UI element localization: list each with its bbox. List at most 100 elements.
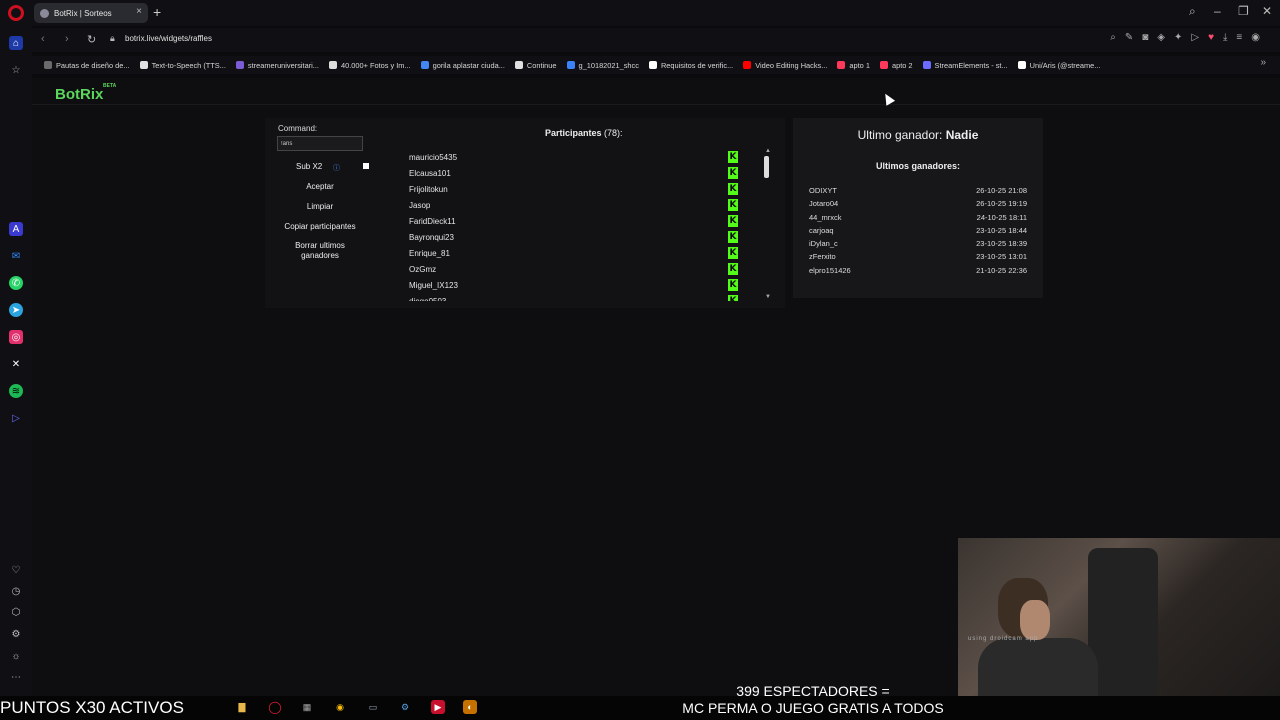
last-winner-name: Nadie [945,128,979,142]
window-taskbar-icon[interactable]: ▭ [366,700,380,714]
x-icon[interactable]: ✕ [9,357,23,371]
bookmark-item[interactable]: Uni/Aris (@streame... [1017,61,1100,70]
sub-x2-checkbox[interactable] [363,163,369,169]
extensions-cube-icon[interactable]: ⬡ [9,605,23,619]
bookmark-item[interactable]: Text-to-Speech (TTS... [139,61,226,70]
browser-tab[interactable]: BotRix | Sorteos × [34,3,148,23]
participant-row[interactable]: diego0503 K [400,293,750,301]
home-icon[interactable]: ⌂ [9,36,23,50]
bookmark-icon[interactable]: ☆ [9,63,23,77]
spotify-icon[interactable]: ≋ [9,384,23,398]
messenger-icon[interactable]: ✉ [9,249,23,263]
search-icon[interactable]: ⌕ [1110,32,1116,43]
botrix-logo[interactable]: BotRix [55,86,103,103]
whatsapp-icon[interactable]: ✆ [9,276,23,290]
participant-row[interactable]: Miguel_IX123 K [400,277,750,293]
participant-name: Miguel_IX123 [409,280,458,290]
copy-participants-button[interactable]: Copiar participantes [277,222,363,232]
participant-row[interactable]: Enrique_81 K [400,245,750,261]
player-icon[interactable]: ▷ [1191,32,1199,43]
bookmark-item[interactable]: 40.000+ Fotos y Im... [328,61,411,70]
chrome-icon[interactable]: ◉ [333,700,347,714]
participant-row[interactable]: mauricio5435 K [400,149,750,165]
bookmark-item[interactable]: StreamElements - st... [922,61,1008,70]
obs-icon[interactable]: ◐ [463,700,477,714]
lock-icon[interactable]: 🔒︎ [110,33,115,44]
participant-row[interactable]: Bayronqui23 K [400,229,750,245]
winner-date: 24-10-25 18:11 [976,212,1027,222]
command-label: Command: [278,124,318,133]
scrollbar-thumb[interactable] [764,156,769,178]
winner-name: carjoaq [809,225,834,235]
clear-button[interactable]: Limpiar [277,202,363,212]
winner-row: carjoaq 23-10-25 18:44 [809,226,1027,239]
overlay-line-2: MC PERMA O JUEGO GRATIS A TODOS [682,700,944,716]
participant-row[interactable]: OzGmz K [400,261,750,277]
stream-overlay-text: 399 ESPECTADORES = MC PERMA O JUEGO GRAT… [668,683,958,717]
steam-icon[interactable]: ⚙ [398,700,412,714]
bookmark-item[interactable]: streameruniversitari... [235,61,319,70]
participants-list[interactable]: mauricio5435 K Elcausa101 K Frijolitokun K Jas… [400,149,750,301]
command-input[interactable] [277,136,363,151]
file-explorer-icon[interactable]: ▇ [235,700,249,714]
profile-icon[interactable]: ◉ [1251,32,1260,43]
tips-bulb-icon[interactable]: ☼ [9,649,23,663]
kick-icon: K [728,279,738,291]
bookmark-item[interactable]: apto 2 [879,61,913,70]
forward-icon[interactable]: › [65,33,69,45]
bookmark-item[interactable]: Continue [514,61,557,70]
url-field[interactable]: botrix.live/widgets/raffles [125,34,212,43]
shield-icon[interactable]: ◈ [1157,32,1165,43]
settings-gear-icon[interactable]: ⚙ [9,627,23,641]
heart-sidebar-icon[interactable]: ♡ [9,563,23,577]
maximize-icon[interactable]: ❐ [1238,4,1249,18]
participant-row[interactable]: Frijolitokun K [400,181,750,197]
bookmark-item[interactable]: apto 1 [837,61,870,70]
menu-icon[interactable]: ≡ [1236,32,1242,43]
player-sidebar-icon[interactable]: ▷ [9,411,23,425]
participant-row[interactable]: Jasop K [400,197,750,213]
edit-icon[interactable]: ✎ [1125,32,1133,43]
app-taskbar-icon[interactable]: ▦ [300,700,314,714]
game-taskbar-icon[interactable]: ▶ [431,700,445,714]
history-icon[interactable]: ◷ [9,584,23,598]
search-tabs-icon[interactable]: ⌕ [1189,4,1196,19]
scroll-down-icon[interactable]: ▼ [765,294,771,300]
bookmark-favicon-icon [235,61,244,69]
extension-icon[interactable]: ✦ [1174,32,1182,43]
heart-icon[interactable]: ♥ [1208,32,1214,43]
opera-logo-icon[interactable] [8,5,24,21]
instagram-icon[interactable]: ◎ [9,330,23,344]
bookmark-item[interactable]: Pautas de diseño de... [44,61,130,70]
new-tab-button[interactable]: + [153,4,161,20]
bookmarks-more-icon[interactable]: » [1260,57,1266,68]
bookmark-item[interactable]: g_10182021_shcc [566,61,639,70]
winner-date: 21-10-25 22:36 [976,265,1027,275]
participant-row[interactable]: FaridDieck11 K [400,213,750,229]
participant-row[interactable]: Elcausa101 K [400,165,750,181]
reload-icon[interactable]: ↻ [87,33,96,46]
camera-icon[interactable]: ◙ [1142,32,1148,43]
back-icon[interactable]: ‹ [41,33,45,45]
opera-taskbar-icon[interactable]: ◯ [268,700,282,714]
tab-title: BotRix | Sorteos [54,8,112,18]
participants-scrollbar[interactable] [764,150,769,298]
bookmark-favicon-icon [743,61,752,69]
accept-button[interactable]: Aceptar [277,182,363,192]
cam-person-body [978,638,1098,698]
tab-close-icon[interactable]: × [136,6,142,17]
bookmark-item[interactable]: Requisitos de verific... [648,61,733,70]
winner-date: 26-10-25 21:08 [976,186,1027,195]
more-icon[interactable]: ⋯ [9,670,23,684]
aria-icon[interactable]: A [9,222,23,236]
participant-name: diego0503 [409,296,447,302]
info-icon[interactable]: ⓘ [333,163,340,173]
minimize-icon[interactable]: – [1214,4,1221,18]
telegram-icon[interactable]: ➤ [9,303,23,317]
download-icon[interactable]: ⤓ [1223,32,1227,43]
bookmark-item[interactable]: Video Editing Hacks... [743,61,827,70]
winner-row: Jotaro04 26-10-25 19:19 [809,199,1027,212]
clear-winners-button[interactable]: Borrar ultimos ganadores [277,241,363,261]
bookmark-item[interactable]: gorila aplastar ciuda... [420,61,505,70]
close-window-icon[interactable]: ✕ [1262,4,1272,18]
